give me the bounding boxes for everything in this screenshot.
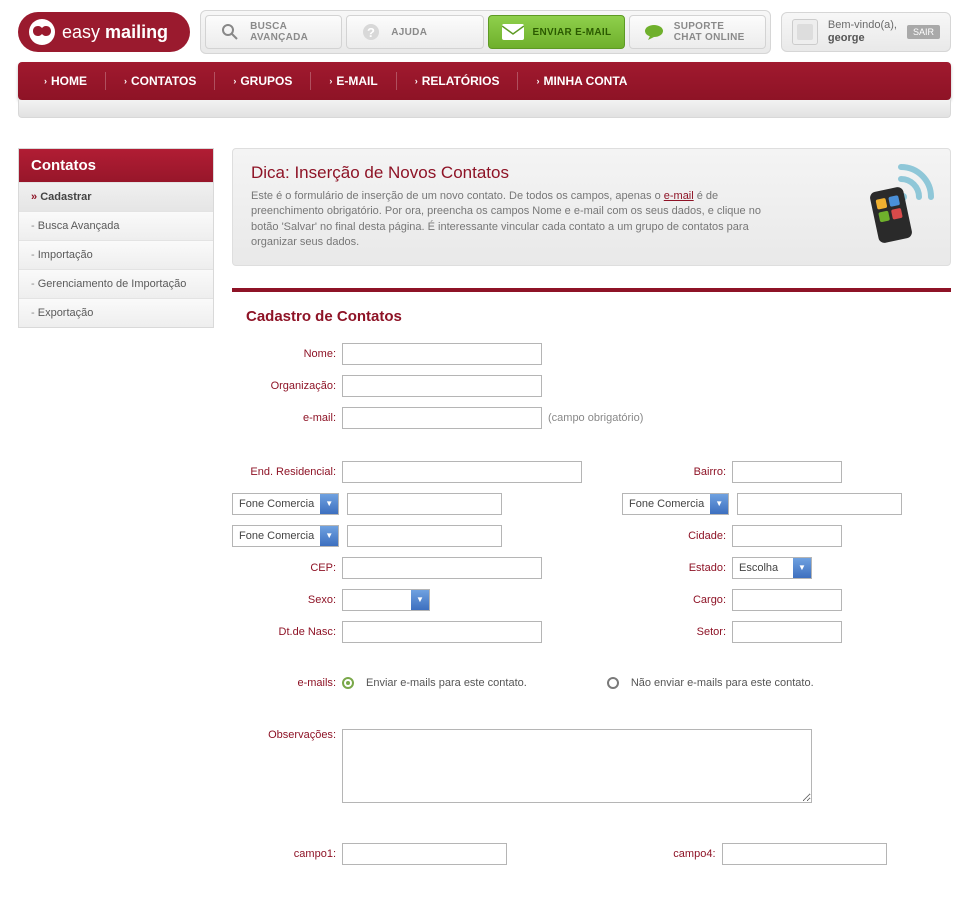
input-cep[interactable]	[342, 557, 542, 579]
svg-text:?: ?	[367, 25, 375, 40]
input-cargo[interactable]	[732, 589, 842, 611]
label-setor: Setor	[622, 626, 732, 638]
label-obs: Observações	[232, 729, 342, 741]
main-nav: ›HOME ›CONTATOS ›GRUPOS ›E-MAIL ›RELATÓR…	[18, 62, 951, 100]
logout-button[interactable]: SAIR	[907, 25, 940, 39]
tip-link-email[interactable]: e-mail	[664, 190, 694, 202]
label-emails: e-mails	[232, 677, 342, 689]
nav-conta[interactable]: ›MINHA CONTA	[518, 62, 645, 100]
chevron-down-icon: ▼	[710, 494, 728, 514]
input-campo1[interactable]	[342, 843, 507, 865]
search-icon	[218, 22, 242, 42]
input-cidade[interactable]	[732, 525, 842, 547]
input-setor[interactable]	[732, 621, 842, 643]
help-icon: ?	[359, 22, 383, 42]
user-name: george	[828, 32, 865, 44]
label-dtnasc: Dt.de Nasc	[232, 626, 342, 638]
section-title: Cadastro de Contatos	[246, 308, 951, 325]
toolbar-send-email-button[interactable]: ENVIAR E-MAIL	[488, 15, 625, 49]
chevron-down-icon: ▼	[320, 494, 338, 514]
chevron-down-icon: ▼	[320, 526, 338, 546]
select-fone-2[interactable]: Fone Comercia▼	[622, 493, 729, 515]
select-fone-1[interactable]: Fone Comercia▼	[232, 493, 339, 515]
avatar	[792, 19, 818, 45]
chevron-down-icon: ▼	[411, 590, 429, 610]
input-bairro[interactable]	[732, 461, 842, 483]
label-nome: Nome	[232, 348, 342, 360]
toolbar-help-button[interactable]: ? AJUDA	[346, 15, 483, 49]
select-fone-3[interactable]: Fone Comercia▼	[232, 525, 339, 547]
input-fone-1[interactable]	[347, 493, 502, 515]
sidebar-item-busca[interactable]: Busca Avançada	[19, 211, 213, 240]
sidebar-item-importacao[interactable]: Importação	[19, 240, 213, 269]
nav-relatorios[interactable]: ›RELATÓRIOS	[397, 62, 518, 100]
label-bairro: Bairro	[622, 466, 732, 478]
label-email: e-mail	[232, 412, 342, 424]
label-campo4: campo4	[612, 848, 722, 860]
label-estado: Estado	[622, 562, 732, 574]
logo-icon	[28, 18, 56, 46]
label-cidade: Cidade	[622, 530, 732, 542]
user-box: Bem-vindo(a),george SAIR	[781, 12, 951, 52]
nav-contatos[interactable]: ›CONTATOS	[106, 62, 214, 100]
label-cep: CEP	[232, 562, 342, 574]
label-campo1: campo1	[232, 848, 342, 860]
input-campo4[interactable]	[722, 843, 887, 865]
toolbar-search-button[interactable]: BUSCAAVANÇADA	[205, 15, 342, 49]
phone-signal-icon	[846, 157, 936, 247]
sidebar-title: Contatos	[19, 149, 213, 182]
label-org: Organização	[232, 380, 342, 392]
toolbar-chat-button[interactable]: SUPORTECHAT ONLINE	[629, 15, 766, 49]
radio-nosend-emails[interactable]	[607, 677, 619, 689]
tip-text: Este é o formulário de inserção de um no…	[251, 189, 770, 251]
envelope-icon	[501, 22, 525, 42]
input-observacoes[interactable]	[342, 729, 812, 803]
hint-email: (campo obrigatório)	[548, 412, 643, 424]
tip-title: Dica: Inserção de Novos Contatos	[251, 163, 770, 183]
sidebar-item-cadastrar[interactable]: Cadastrar	[19, 182, 213, 211]
chevron-down-icon: ▼	[793, 558, 811, 578]
brand-text: easy mailing	[62, 22, 168, 43]
input-nome[interactable]	[342, 343, 542, 365]
chat-icon	[642, 22, 666, 42]
input-fone-3[interactable]	[347, 525, 502, 547]
sidebar-item-exportacao[interactable]: Exportação	[19, 298, 213, 327]
nav-email[interactable]: ›E-MAIL	[311, 62, 395, 100]
select-estado[interactable]: Escolha▼	[732, 557, 812, 579]
input-dtnasc[interactable]	[342, 621, 542, 643]
radio-send-label: Enviar e-mails para este contato.	[366, 677, 527, 689]
welcome-text: Bem-vindo(a),	[828, 19, 897, 31]
input-fone-2[interactable]	[737, 493, 902, 515]
input-email[interactable]	[342, 407, 542, 429]
nav-grupos[interactable]: ›GRUPOS	[215, 62, 310, 100]
brand-logo[interactable]: easy mailing	[18, 12, 190, 52]
sidebar-item-gerenciamento[interactable]: Gerenciamento de Importação	[19, 269, 213, 298]
input-end-res[interactable]	[342, 461, 582, 483]
label-end-res: End. Residencial	[232, 466, 342, 478]
tip-panel: Dica: Inserção de Novos Contatos Este é …	[232, 148, 951, 266]
label-sexo: Sexo	[232, 594, 342, 606]
radio-nosend-label: Não enviar e-mails para este contato.	[631, 677, 814, 689]
label-cargo: Cargo	[622, 594, 732, 606]
sidebar: Contatos Cadastrar Busca Avançada Import…	[18, 148, 214, 328]
nav-home[interactable]: ›HOME	[26, 62, 105, 100]
select-sexo[interactable]: ▼	[342, 589, 430, 611]
toolbar: BUSCAAVANÇADA ? AJUDA ENVIAR E-MAIL SUPO…	[200, 10, 771, 54]
input-organizacao[interactable]	[342, 375, 542, 397]
radio-send-emails[interactable]	[342, 677, 354, 689]
